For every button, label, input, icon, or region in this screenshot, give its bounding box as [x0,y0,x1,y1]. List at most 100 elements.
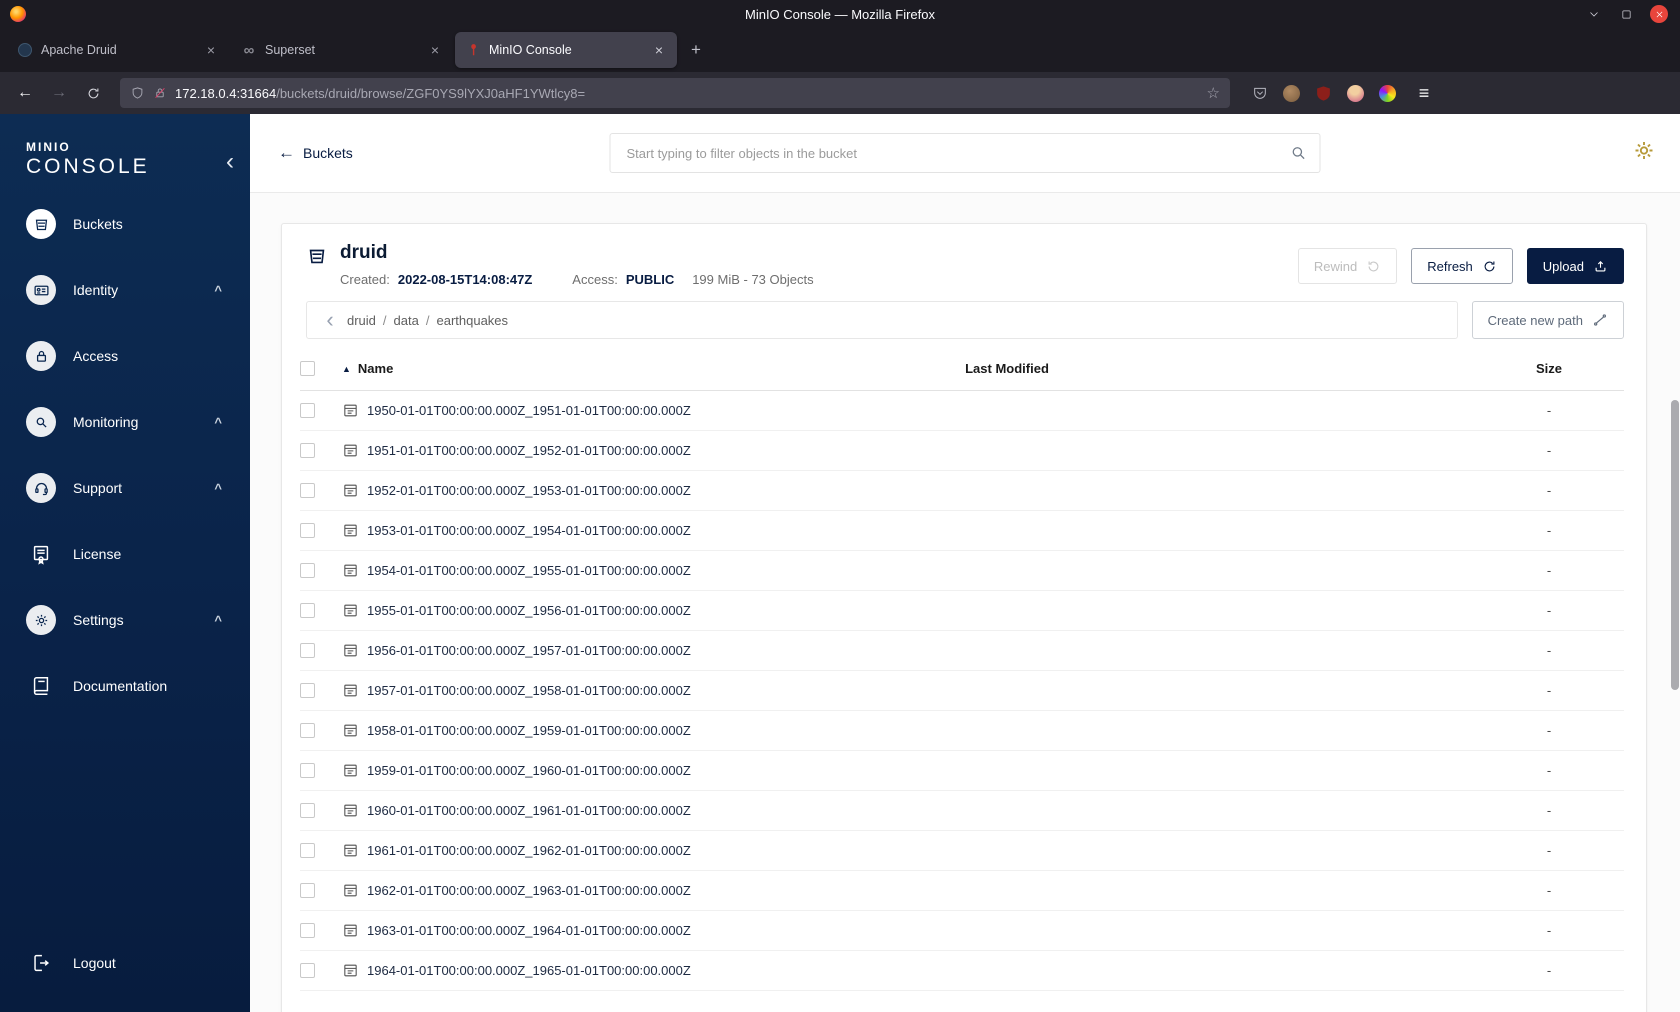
refresh-button[interactable]: Refresh [1411,248,1513,284]
object-name-cell[interactable]: 1953-01-01T00:00:00.000Z_1954-01-01T00:0… [342,522,782,539]
object-name: 1961-01-01T00:00:00.000Z_1962-01-01T00:0… [367,843,691,858]
column-header-size[interactable]: Size [1474,361,1624,376]
row-checkbox[interactable] [300,443,315,458]
settings-gear-icon[interactable] [1632,139,1656,168]
table-row[interactable]: 1950-01-01T00:00:00.000Z_1951-01-01T00:0… [300,391,1624,431]
tab-superset[interactable]: ∞ Superset × [231,32,453,68]
sidebar-item-settings[interactable]: Settings ^ [0,587,250,653]
table-row[interactable]: 1953-01-01T00:00:00.000Z_1954-01-01T00:0… [300,511,1624,551]
tab-minio-console[interactable]: MinIO Console × [455,32,677,68]
upload-button[interactable]: Upload [1526,248,1624,284]
table-row[interactable]: 1951-01-01T00:00:00.000Z_1952-01-01T00:0… [300,431,1624,471]
table-row[interactable]: 1960-01-01T00:00:00.000Z_1961-01-01T00:0… [300,791,1624,831]
tracking-shield-icon[interactable] [130,86,145,101]
row-checkbox[interactable] [300,923,315,938]
sidebar-collapse-icon[interactable]: ‹ [226,150,234,174]
object-name-cell[interactable]: 1956-01-01T00:00:00.000Z_1957-01-01T00:0… [342,642,782,659]
object-name-cell[interactable]: 1952-01-01T00:00:00.000Z_1953-01-01T00:0… [342,482,782,499]
bookmark-star-icon[interactable]: ☆ [1207,84,1220,102]
breadcrumb-item[interactable]: earthquakes [436,313,508,328]
forward-button: → [51,84,67,101]
sidebar-item-label: Support [73,480,123,496]
object-name-cell[interactable]: 1955-01-01T00:00:00.000Z_1956-01-01T00:0… [342,602,782,619]
sidebar-item-license[interactable]: License [0,521,250,587]
page-scrollbar-thumb[interactable] [1671,400,1679,690]
row-checkbox[interactable] [300,963,315,978]
object-name-cell[interactable]: 1963-01-01T00:00:00.000Z_1964-01-01T00:0… [342,922,782,939]
window-title: MinIO Console — Mozilla Firefox [745,6,935,22]
table-row[interactable]: 1961-01-01T00:00:00.000Z_1962-01-01T00:0… [300,831,1624,871]
insecure-lock-icon[interactable] [153,86,167,100]
ublock-icon[interactable] [1314,84,1333,103]
new-tab-button[interactable]: + [682,36,710,64]
back-to-buckets-link[interactable]: ← Buckets [278,143,353,163]
sidebar-item-support[interactable]: Support ^ [0,455,250,521]
sidebar-item-documentation[interactable]: Documentation [0,653,250,719]
column-header-name[interactable]: ▲ Name [342,361,782,376]
containers-icon[interactable] [1378,84,1397,103]
row-checkbox[interactable] [300,523,315,538]
object-name-cell[interactable]: 1964-01-01T00:00:00.000Z_1965-01-01T00:0… [342,962,782,979]
object-name-cell[interactable]: 1951-01-01T00:00:00.000Z_1952-01-01T00:0… [342,442,782,459]
back-button[interactable]: ← [10,78,40,108]
row-checkbox[interactable] [300,723,315,738]
tab-close-icon[interactable]: × [425,40,445,60]
object-name: 1957-01-01T00:00:00.000Z_1958-01-01T00:0… [367,683,691,698]
pocket-icon[interactable] [1250,84,1269,103]
object-name-cell[interactable]: 1961-01-01T00:00:00.000Z_1962-01-01T00:0… [342,842,782,859]
maximize-icon[interactable] [1618,6,1634,22]
sidebar-item-monitoring[interactable]: Monitoring ^ [0,389,250,455]
profile-avatar-icon[interactable] [1346,84,1365,103]
tab-apache-druid[interactable]: Apache Druid × [7,32,229,68]
breadcrumb-item[interactable]: druid [347,313,376,328]
table-row[interactable]: 1963-01-01T00:00:00.000Z_1964-01-01T00:0… [300,911,1624,951]
object-name-cell[interactable]: 1950-01-01T00:00:00.000Z_1951-01-01T00:0… [342,402,782,419]
table-row[interactable]: 1959-01-01T00:00:00.000Z_1960-01-01T00:0… [300,751,1624,791]
select-all-checkbox[interactable] [300,361,315,376]
table-row[interactable]: 1956-01-01T00:00:00.000Z_1957-01-01T00:0… [300,631,1624,671]
reload-icon[interactable] [78,78,108,108]
sidebar-item-access[interactable]: Access [0,323,250,389]
create-new-path-button[interactable]: Create new path [1471,301,1624,339]
close-icon[interactable] [1650,5,1668,23]
hamburger-menu-icon[interactable]: ≡ [1409,78,1439,108]
book-icon [26,671,56,701]
sidebar-item-identity[interactable]: Identity ^ [0,257,250,323]
row-checkbox[interactable] [300,683,315,698]
row-checkbox[interactable] [300,603,315,618]
table-row[interactable]: 1954-01-01T00:00:00.000Z_1955-01-01T00:0… [300,551,1624,591]
row-checkbox[interactable] [300,803,315,818]
row-checkbox[interactable] [300,563,315,578]
object-name-cell[interactable]: 1958-01-01T00:00:00.000Z_1959-01-01T00:0… [342,722,782,739]
object-filter-input[interactable] [626,145,1290,161]
table-row[interactable]: 1958-01-01T00:00:00.000Z_1959-01-01T00:0… [300,711,1624,751]
object-name-cell[interactable]: 1960-01-01T00:00:00.000Z_1961-01-01T00:0… [342,802,782,819]
url-bar[interactable]: 172.18.0.4:31664/buckets/druid/browse/ZG… [120,78,1230,108]
table-row[interactable]: 1957-01-01T00:00:00.000Z_1958-01-01T00:0… [300,671,1624,711]
table-row[interactable]: 1962-01-01T00:00:00.000Z_1963-01-01T00:0… [300,871,1624,911]
breadcrumb-item[interactable]: data [394,313,419,328]
column-header-last-modified[interactable]: Last Modified [782,361,1232,376]
object-name-cell[interactable]: 1957-01-01T00:00:00.000Z_1958-01-01T00:0… [342,682,782,699]
sidebar-item-buckets[interactable]: Buckets [0,191,250,257]
table-row[interactable]: 1952-01-01T00:00:00.000Z_1953-01-01T00:0… [300,471,1624,511]
row-checkbox[interactable] [300,883,315,898]
object-size: - [1546,643,1552,658]
table-row[interactable]: 1955-01-01T00:00:00.000Z_1956-01-01T00:0… [300,591,1624,631]
object-name-cell[interactable]: 1954-01-01T00:00:00.000Z_1955-01-01T00:0… [342,562,782,579]
account-avatar-icon[interactable] [1282,84,1301,103]
tab-close-icon[interactable]: × [649,40,669,60]
chevron-left-icon[interactable]: ‹ [313,302,347,338]
row-checkbox[interactable] [300,403,315,418]
row-checkbox[interactable] [300,843,315,858]
object-name-cell[interactable]: 1962-01-01T00:00:00.000Z_1963-01-01T00:0… [342,882,782,899]
window-menu-chevron-icon[interactable] [1586,6,1602,22]
tab-close-icon[interactable]: × [201,40,221,60]
table-row[interactable]: 1964-01-01T00:00:00.000Z_1965-01-01T00:0… [300,951,1624,991]
row-checkbox[interactable] [300,763,315,778]
row-checkbox[interactable] [300,643,315,658]
object-name-cell[interactable]: 1959-01-01T00:00:00.000Z_1960-01-01T00:0… [342,762,782,779]
sidebar-item-logout[interactable]: Logout [0,938,250,988]
row-checkbox[interactable] [300,483,315,498]
breadcrumb: druid / data / earthquakes [347,313,508,328]
